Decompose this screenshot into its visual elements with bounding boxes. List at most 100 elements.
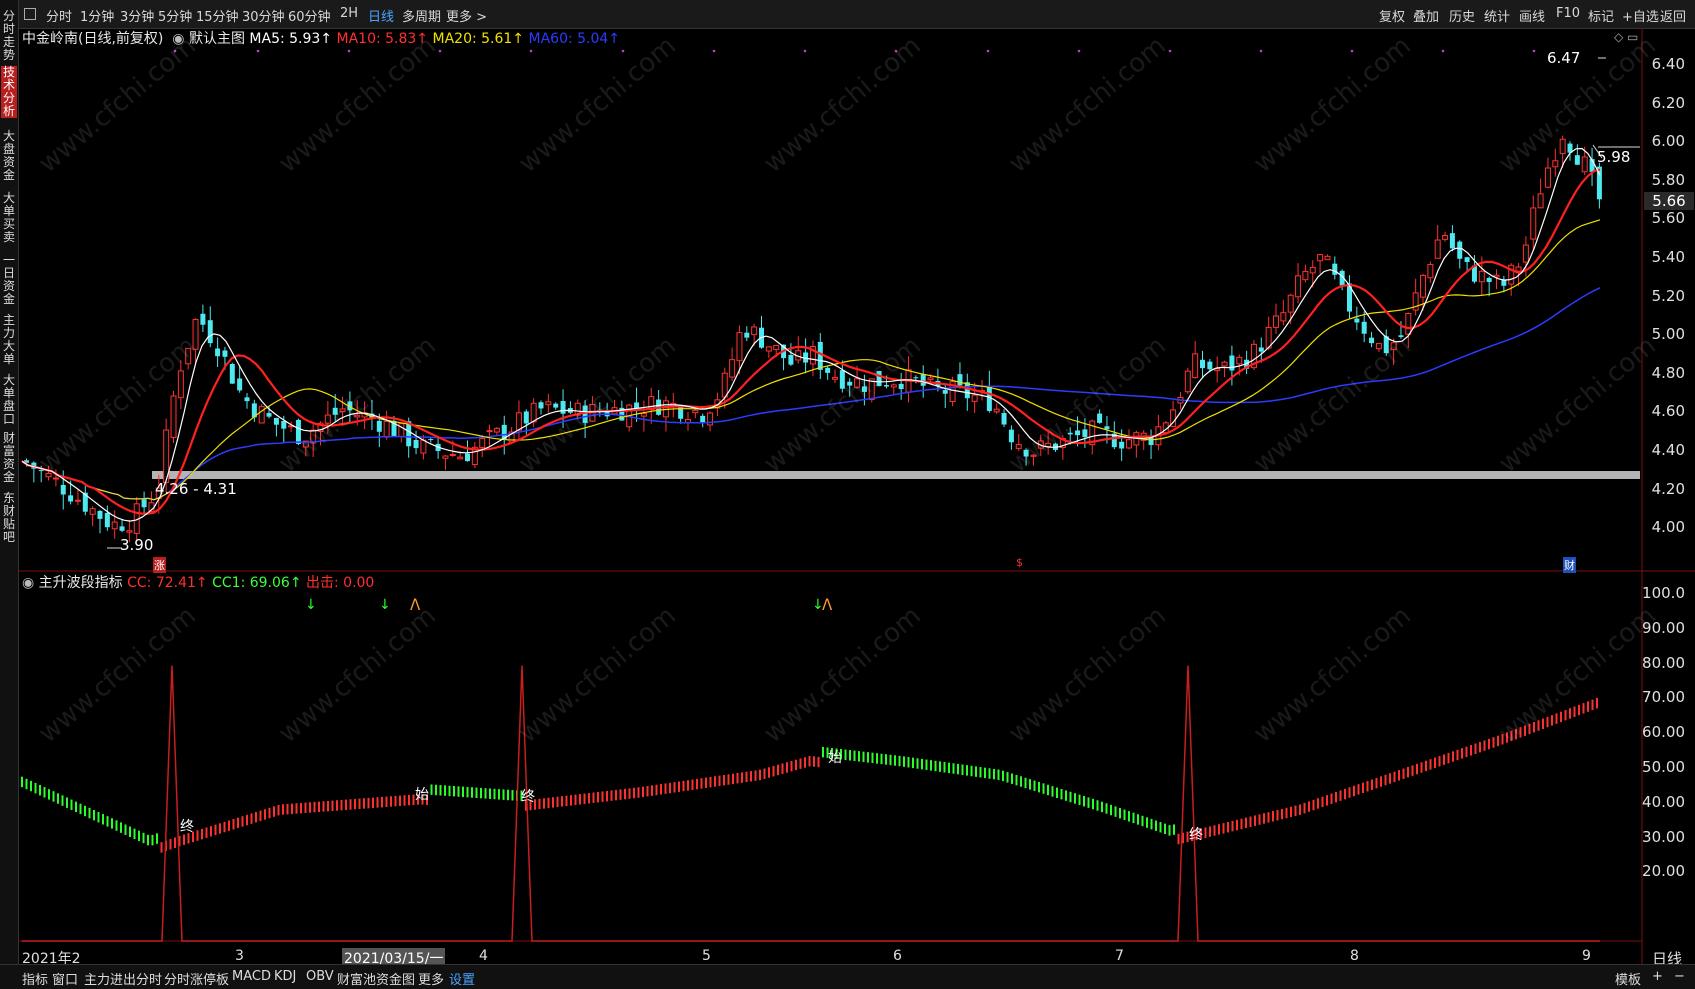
candle-body <box>222 350 228 357</box>
candle-body <box>523 411 529 424</box>
event-dot <box>621 49 625 53</box>
candle-body <box>383 420 390 438</box>
bottom-tab[interactable]: 更多 <box>418 969 444 988</box>
candle-body <box>479 438 486 448</box>
indicator-tick-label: 80.00 <box>1642 653 1685 672</box>
candle-body <box>1574 155 1580 165</box>
event-dot <box>256 49 260 53</box>
candle-body <box>200 313 206 325</box>
candle-body <box>1236 356 1243 365</box>
candle-body <box>553 403 559 408</box>
ma20-value: MA20: 5.61↑ <box>432 31 525 47</box>
candle-body <box>1295 275 1302 298</box>
end-marker: 终 <box>1189 827 1203 843</box>
candle-body <box>1273 315 1279 328</box>
ma10-line <box>21 168 1601 515</box>
chart-canvas[interactable] <box>0 0 1695 988</box>
candle-body <box>1442 235 1449 240</box>
bottom-tab[interactable]: KDJ <box>274 969 296 984</box>
candle-body <box>1581 156 1588 173</box>
candle-body <box>1449 233 1455 249</box>
candle-body <box>111 521 118 530</box>
candle-body <box>957 374 963 386</box>
candle-body <box>258 406 265 424</box>
panel-controls-icon[interactable]: ◇ ▭ <box>1614 30 1638 44</box>
bottom-tab[interactable]: 窗口 <box>52 969 78 988</box>
price-tick-label: 4.00 <box>1651 518 1685 537</box>
candle-body <box>1075 430 1081 436</box>
candle-body <box>89 508 96 515</box>
event-dot <box>1350 49 1354 53</box>
indicator-title[interactable]: 主升波段指标 <box>39 575 123 591</box>
candle-body <box>1200 359 1205 369</box>
candle-body <box>861 386 867 392</box>
candle-body <box>1332 263 1338 275</box>
candle-body <box>1552 160 1559 168</box>
sub-legend: ◉ 主升波段指标 CC: 72.41↑ CC1: 69.06↑ 出击: 0.00 <box>22 575 375 591</box>
event-dot <box>1077 49 1081 53</box>
bottom-tab[interactable]: 财富池资金图 <box>337 969 415 988</box>
price-tick-label: 5.40 <box>1651 248 1685 266</box>
indicator-tick-label: 30.00 <box>1642 827 1685 846</box>
event-dot <box>1168 49 1172 53</box>
dividend-marker[interactable]: $ <box>1016 556 1023 569</box>
price-tick-label: 4.40 <box>1651 441 1685 459</box>
zoom-in-button[interactable]: + <box>1652 969 1663 984</box>
candle-body <box>207 320 213 344</box>
candle-body <box>847 381 853 386</box>
candle-body <box>266 413 272 417</box>
candle-body <box>898 383 904 390</box>
candle-body <box>1398 335 1404 337</box>
settings-tab[interactable]: 设置 <box>449 969 475 988</box>
zoom-out-button[interactable]: − <box>1674 969 1685 984</box>
finance-marker[interactable]: 财 <box>1563 557 1576 573</box>
candle-body <box>1544 167 1551 188</box>
price-tick-label: 6.20 <box>1651 93 1685 112</box>
candle-body <box>1361 321 1367 334</box>
candle-body <box>538 402 544 409</box>
candle-body <box>486 430 493 433</box>
candle-body <box>1464 257 1470 262</box>
bottom-tab[interactable]: 主力进出分时 <box>84 969 162 988</box>
template-name[interactable]: 默认主图 <box>189 31 245 47</box>
event-dot <box>986 49 990 53</box>
ma60-line <box>21 287 1601 501</box>
candle-body <box>339 408 346 413</box>
price-tick-label: 4.80 <box>1651 363 1685 382</box>
candle-body <box>1221 361 1228 367</box>
bottom-toolbar: 指标 窗口 主力进出分时 分时涨停板 MACD KDJ OBV 财富池资金图 更… <box>0 964 1695 989</box>
event-dot <box>1259 49 1263 53</box>
event-dot <box>529 49 533 53</box>
cc1-value: CC1: 69.06↑ <box>212 575 302 591</box>
candle-body <box>1008 429 1014 443</box>
candle-body <box>515 412 522 431</box>
candle-body <box>45 472 52 478</box>
candle-body <box>74 499 81 502</box>
high-label: 6.47 <box>1547 49 1581 67</box>
candle-body <box>1369 337 1375 344</box>
bottom-tab[interactable]: OBV <box>306 969 334 984</box>
candle-body <box>1214 368 1221 372</box>
indicator-tick-label: 60.00 <box>1642 723 1685 742</box>
candle-body <box>1229 355 1235 371</box>
limit-up-marker[interactable]: 涨 <box>153 557 166 573</box>
bottom-tab[interactable]: 指标 <box>22 969 48 988</box>
event-dot <box>347 49 351 53</box>
candle-body <box>1486 277 1492 282</box>
candle-body <box>1001 413 1007 425</box>
candle-body <box>185 347 192 365</box>
last-label: 5.98 <box>1597 148 1631 166</box>
bottom-tab[interactable]: 分时涨停板 <box>164 969 229 988</box>
template-button[interactable]: 模板 <box>1615 969 1641 988</box>
candle-body <box>876 371 882 387</box>
candle-body <box>1067 432 1073 435</box>
candle-body <box>493 427 500 433</box>
candle-body <box>465 453 470 462</box>
price-tick-label: 6.00 <box>1651 132 1685 151</box>
candlesticks <box>24 135 1602 543</box>
candle-body <box>1104 426 1110 430</box>
event-dot <box>712 49 716 53</box>
signal-line <box>22 665 1600 942</box>
price-tick-label: 5.20 <box>1651 286 1685 305</box>
bottom-tab[interactable]: MACD <box>232 969 271 984</box>
